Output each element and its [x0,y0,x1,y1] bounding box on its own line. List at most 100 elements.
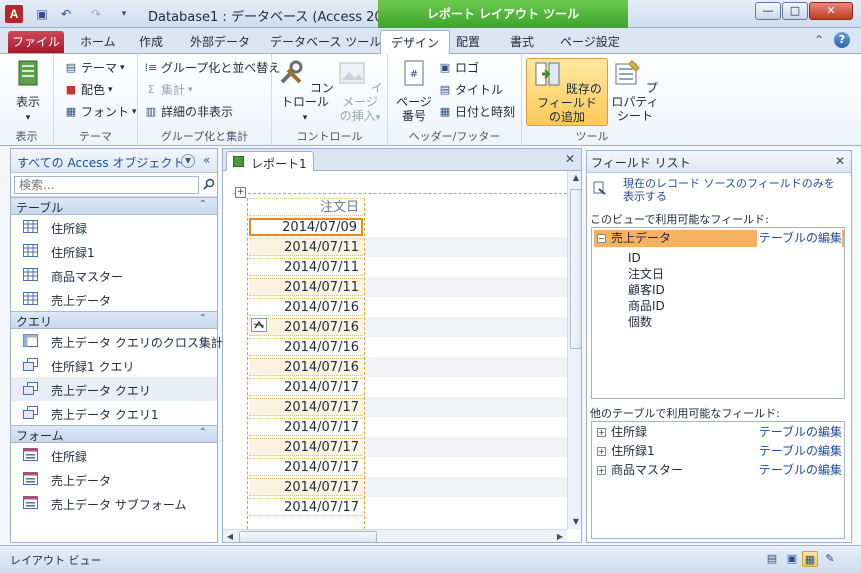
access-app-icon[interactable]: A [5,5,23,23]
tree-other-table[interactable]: + 住所録1 テーブルの編集 [594,443,844,460]
order-date-cell[interactable]: 2014/07/17 [249,478,363,496]
nav-section-forms[interactable]: フォーム ⌃ [11,425,217,443]
report-layout-canvas[interactable]: + 注文日 2014/07/09 2014/07/11 2014/07/11 2014… [223,171,567,529]
nav-item-query[interactable]: 売上データ クエリ [11,377,217,401]
expand-node-icon[interactable]: + [597,466,606,475]
property-sheet-button[interactable]: プロパティ シート [610,58,660,123]
tab-arrange[interactable]: 配置 [456,33,480,50]
order-date-cell[interactable]: 2014/07/17 [249,398,363,416]
maximize-button[interactable]: □ [782,2,808,20]
expand-node-icon[interactable]: + [597,447,606,456]
hide-details-button[interactable]: ▥ 詳細の非表示 [144,102,233,122]
help-icon[interactable]: ? [834,32,850,48]
report-view-icon[interactable]: ▤ [764,551,780,567]
field-item[interactable]: ID [628,250,641,266]
shutter-bar-collapse-icon[interactable]: « [203,153,210,167]
design-view-icon[interactable]: ✎ [822,551,838,567]
field-item[interactable]: 個数 [628,314,652,330]
layout-view-icon[interactable]: ▦ [802,551,818,567]
order-date-cell[interactable]: 2014/07/17 [249,378,363,396]
vertical-scrollbar[interactable]: ▲ ▼ [567,171,581,529]
nav-section-tables[interactable]: テーブル ⌃ [11,197,217,215]
tree-other-table[interactable]: + 商品マスター テーブルの編集 [594,462,844,479]
tab-create[interactable]: 作成 [139,33,163,50]
tab-design[interactable]: デザイン [380,30,451,55]
save-icon[interactable]: ▣ [34,6,50,22]
edit-table-link[interactable]: テーブルの編集 [759,424,842,441]
nav-item-table[interactable]: 商品マスター [11,263,217,287]
nav-section-queries[interactable]: クエリ ⌃ [11,311,217,329]
logo-button[interactable]: ▣ ロゴ [438,58,479,78]
tab-home[interactable]: ホーム [80,33,116,50]
close-button[interactable]: ✕ [809,2,853,20]
order-date-cell[interactable]: 2014/07/16 [249,358,363,376]
scroll-up-icon[interactable]: ▲ [569,171,581,185]
horizontal-scrollbar[interactable]: ◀ ▶ [223,529,567,542]
close-document-icon[interactable]: ✕ [565,152,575,166]
themes-button[interactable]: ▤ テーマ ▾ [64,58,125,78]
order-date-cell[interactable]: 2014/07/11 [249,258,363,276]
colors-button[interactable]: ■ 配色 ▾ [64,80,113,100]
layout-move-handle-icon[interactable]: + [235,187,246,198]
order-date-cell[interactable]: 2014/07/17 [249,418,363,436]
horizontal-scroll-thumb[interactable] [239,531,377,542]
order-date-cell[interactable]: 2014/07/17 [249,458,363,476]
nav-search-input[interactable] [14,176,199,194]
show-current-source-only-link[interactable]: 現在のレコード ソースのフィールドのみを表示する [623,177,845,203]
error-indicator-icon[interactable] [251,318,267,332]
field-item[interactable]: 商品ID [628,298,665,314]
edit-table-link[interactable]: テーブルの編集 [759,462,842,479]
page-numbers-button[interactable]: # ページ 番号 [392,58,436,123]
order-date-cell[interactable]: 2014/07/17 [249,438,363,456]
controls-button[interactable]: コントロール ▾ [276,58,334,125]
scroll-left-icon[interactable]: ◀ [223,530,237,542]
tab-external-data[interactable]: 外部データ [190,33,250,50]
group-sort-button[interactable]: ⁞≡ グループ化と並べ替え [144,58,281,78]
nav-pane-header[interactable]: すべての Access オブジェクト ▼ « [11,149,217,173]
nav-menu-dropdown-icon[interactable]: ▼ [181,154,195,168]
collapse-node-icon[interactable]: − [597,234,606,243]
scroll-right-icon[interactable]: ▶ [553,530,567,542]
totals-button[interactable]: Σ 集計 ▾ [144,80,193,100]
nav-item-query[interactable]: 住所録1 クエリ [11,353,217,377]
column-header-order-date[interactable]: 注文日 [249,198,363,216]
tree-table-sales-data[interactable]: − 売上データ テーブルの編集 [594,230,844,247]
add-existing-fields-button[interactable]: 既存のフィールド の追加 [526,58,608,126]
order-date-cell[interactable]: 2014/07/09 [249,218,363,236]
nav-item-query[interactable]: 売上データ クエリのクロス集計 [11,329,223,353]
scroll-down-icon[interactable]: ▼ [569,515,581,529]
tab-format[interactable]: 書式 [510,33,534,50]
nav-item-form[interactable]: 売上データ サブフォーム [11,491,217,515]
tree-other-table[interactable]: + 住所録 テーブルの編集 [594,424,844,441]
nav-item-table[interactable]: 住所録1 [11,239,217,263]
redo-icon[interactable]: ↷ [88,6,104,22]
tab-report1[interactable]: レポート1 [226,151,314,171]
tab-database-tools[interactable]: データベース ツール [270,33,381,50]
nav-item-query[interactable]: 売上データ クエリ1 [11,401,217,425]
order-date-cell[interactable]: 2014/07/17 [249,498,363,516]
print-preview-icon[interactable]: ▣ [784,551,800,567]
minimize-ribbon-icon[interactable]: ⌃ [814,33,824,47]
order-date-cell[interactable]: 2014/07/11 [249,278,363,296]
title-button[interactable]: ▤ タイトル [438,80,503,100]
edit-table-link[interactable]: テーブルの編集 [756,230,842,247]
order-date-cell[interactable]: 2014/07/16 [249,298,363,316]
undo-icon[interactable]: ↶ [58,6,74,22]
tab-file[interactable]: ファイル [8,31,64,53]
nav-item-form[interactable]: 売上データ [11,467,217,491]
vertical-scroll-thumb[interactable] [570,189,581,349]
search-icon[interactable] [203,178,215,190]
edit-table-link[interactable]: テーブルの編集 [759,443,842,460]
minimize-button[interactable]: — [755,2,781,20]
nav-item-form[interactable]: 住所録 [11,443,217,467]
order-date-cell[interactable]: 2014/07/16 [249,338,363,356]
order-date-cell[interactable]: 2014/07/11 [249,238,363,256]
close-field-list-icon[interactable]: ✕ [835,154,845,168]
view-button[interactable]: 表示 ▾ [8,58,48,125]
nav-item-table[interactable]: 売上データ [11,287,217,311]
tab-page-setup[interactable]: ページ設定 [560,33,620,50]
field-item[interactable]: 注文日 [628,266,664,282]
customize-qat-icon[interactable]: ▾ [116,6,132,22]
date-time-button[interactable]: ▦ 日付と時刻 [438,102,515,122]
expand-node-icon[interactable]: + [597,428,606,437]
